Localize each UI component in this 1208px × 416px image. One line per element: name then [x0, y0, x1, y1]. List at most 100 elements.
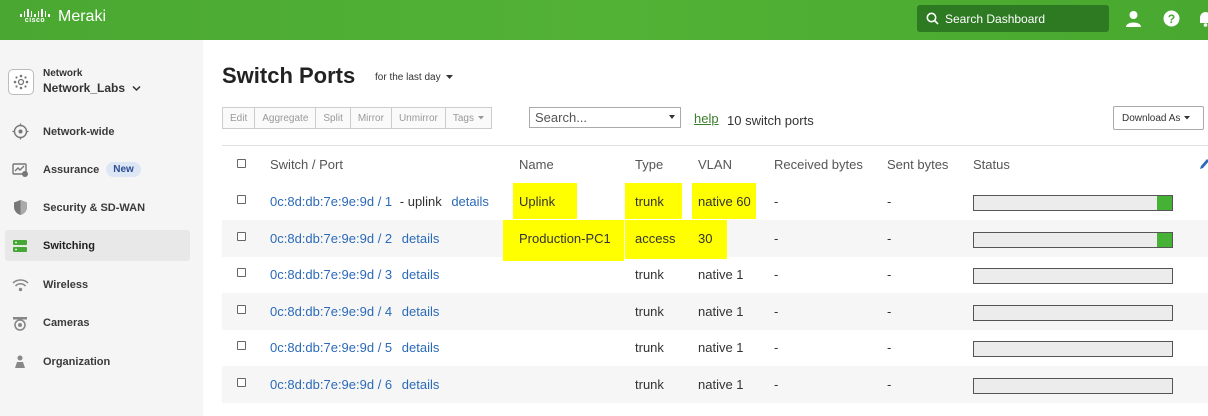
caret-down-icon [1184, 116, 1191, 120]
row-checkbox[interactable] [237, 232, 246, 241]
row-checkbox[interactable] [237, 378, 246, 387]
tags-dropdown[interactable]: Tags [444, 107, 492, 129]
column-header-received-bytes[interactable]: Received bytes [774, 157, 863, 172]
row-checkbox[interactable] [237, 341, 246, 350]
port-link[interactable]: 0c:8d:db:7e:9e:9d / 5 [270, 340, 392, 355]
switch-ports-table: Switch / Port Name Type VLAN Received by… [222, 145, 1208, 416]
user-icon[interactable] [1125, 10, 1142, 27]
network-selector[interactable]: Network Network_Labs [8, 68, 141, 95]
tags-label: Tags [452, 112, 474, 124]
sidebar-item-assurance[interactable]: Assurance New [5, 154, 190, 185]
edit-columns-icon[interactable] [1199, 158, 1208, 170]
details-link[interactable]: details [402, 267, 440, 282]
table-header: Switch / Port Name Type VLAN Received by… [222, 146, 1208, 183]
aggregate-button[interactable]: Aggregate [254, 107, 317, 129]
search-dashboard-input[interactable]: Search Dashboard [917, 5, 1109, 32]
download-as-button[interactable]: Download As [1113, 106, 1204, 130]
sidebar-item-label: Cameras [43, 316, 90, 329]
sidebar-item-label: Switching [43, 239, 95, 252]
sent-bytes: - [887, 231, 892, 246]
caret-down-icon [477, 116, 484, 120]
edit-button[interactable]: Edit [222, 107, 256, 129]
sidebar-item-cameras[interactable]: Cameras [5, 307, 190, 338]
column-header-sent-bytes[interactable]: Sent bytes [887, 157, 948, 172]
port-link[interactable]: 0c:8d:db:7e:9e:9d / 6 [270, 377, 392, 392]
details-link[interactable]: details [402, 340, 440, 355]
sidebar-item-security-sd-wan[interactable]: Security & SD-WAN [5, 192, 190, 223]
row-checkbox[interactable] [237, 305, 246, 314]
assurance-icon [11, 161, 29, 179]
port-link[interactable]: 0c:8d:db:7e:9e:9d / 1 [270, 194, 392, 209]
sidebar-item-label: Organization [43, 355, 111, 368]
details-link[interactable]: details [402, 231, 440, 246]
port-uplink-tag: - uplink [399, 194, 442, 209]
column-header-vlan[interactable]: VLAN [698, 157, 732, 172]
search-icon [926, 12, 939, 25]
sidebar-item-wireless[interactable]: Wireless [5, 269, 190, 300]
port-vlan: native 60 [698, 194, 751, 209]
received-bytes: - [774, 194, 779, 209]
column-header-type[interactable]: Type [635, 157, 663, 172]
brand-logo[interactable]: cisco Meraki [20, 8, 106, 26]
port-search-value: Search... [535, 110, 588, 125]
sidebar-item-label: Security & SD-WAN [43, 201, 146, 214]
port-status-bar[interactable] [973, 268, 1173, 284]
port-type: trunk [635, 340, 664, 355]
port-vlan: native 1 [698, 377, 744, 392]
port-search-input[interactable]: Search... [529, 107, 681, 128]
details-link[interactable]: details [402, 377, 440, 392]
port-type: trunk [635, 194, 664, 209]
select-all-checkbox[interactable] [237, 159, 246, 168]
row-checkbox[interactable] [237, 195, 246, 204]
shield-icon [11, 199, 29, 217]
port-type: trunk [635, 377, 664, 392]
table-row[interactable]: 0c:8d:db:7e:9e:9d / 1 - uplink details U… [222, 183, 1208, 220]
port-status-bar[interactable] [973, 195, 1173, 211]
sidebar-item-network-wide[interactable]: Network-wide [5, 116, 190, 147]
search-dropdown-caret-icon[interactable] [669, 115, 675, 119]
unmirror-button[interactable]: Unmirror [390, 107, 446, 129]
port-link[interactable]: 0c:8d:db:7e:9e:9d / 2 [270, 231, 392, 246]
time-period-dropdown[interactable]: for the last day [375, 72, 454, 83]
split-button[interactable]: Split [315, 107, 351, 129]
table-row[interactable]: 0c:8d:db:7e:9e:9d / 5 details trunk nati… [222, 329, 1208, 366]
chevron-down-icon [132, 85, 141, 92]
port-count: 10 switch ports [727, 113, 814, 128]
help-icon[interactable]: ? [1163, 10, 1180, 27]
table-row[interactable]: 0c:8d:db:7e:9e:9d / 3 details trunk nati… [222, 256, 1208, 293]
top-bar: cisco Meraki Search Dashboard ? [0, 0, 1208, 40]
table-row[interactable]: 0c:8d:db:7e:9e:9d / 2 details Production… [222, 220, 1208, 261]
sent-bytes: - [887, 304, 892, 319]
port-link[interactable]: 0c:8d:db:7e:9e:9d / 3 [270, 267, 392, 282]
sidebar-item-organization[interactable]: Organization [5, 346, 190, 377]
port-status-bar[interactable] [973, 378, 1173, 394]
received-bytes: - [774, 304, 779, 319]
column-header-switch-port[interactable]: Switch / Port [270, 157, 343, 172]
camera-icon [11, 314, 29, 332]
table-row[interactable]: 0c:8d:db:7e:9e:9d / 4 details trunk nati… [222, 293, 1208, 330]
table-row[interactable]: 0c:8d:db:7e:9e:9d / 6 details trunk nati… [222, 366, 1208, 403]
meraki-wordmark: Meraki [58, 8, 107, 25]
column-header-name[interactable]: Name [519, 157, 554, 172]
sidebar-item-label: Assurance [43, 163, 100, 176]
organization-icon [11, 353, 29, 371]
details-link[interactable]: details [402, 304, 440, 319]
received-bytes: - [774, 267, 779, 282]
help-link[interactable]: help [694, 111, 719, 126]
bell-icon[interactable] [1197, 10, 1208, 27]
port-status-bar[interactable] [973, 341, 1173, 357]
port-status-bar[interactable] [973, 232, 1173, 248]
column-header-status[interactable]: Status [973, 157, 1010, 172]
time-period-label: for the last day [375, 72, 441, 83]
details-link[interactable]: details [451, 194, 489, 209]
row-checkbox[interactable] [237, 268, 246, 277]
port-link[interactable]: 0c:8d:db:7e:9e:9d / 4 [270, 304, 392, 319]
received-bytes: - [774, 377, 779, 392]
network-icon [8, 68, 34, 95]
sidebar-item-switching[interactable]: Switching [5, 230, 190, 261]
port-type: access [635, 231, 676, 246]
port-status-bar[interactable] [973, 305, 1173, 321]
mirror-button[interactable]: Mirror [349, 107, 392, 129]
sent-bytes: - [887, 340, 892, 355]
port-vlan: native 1 [698, 267, 744, 282]
